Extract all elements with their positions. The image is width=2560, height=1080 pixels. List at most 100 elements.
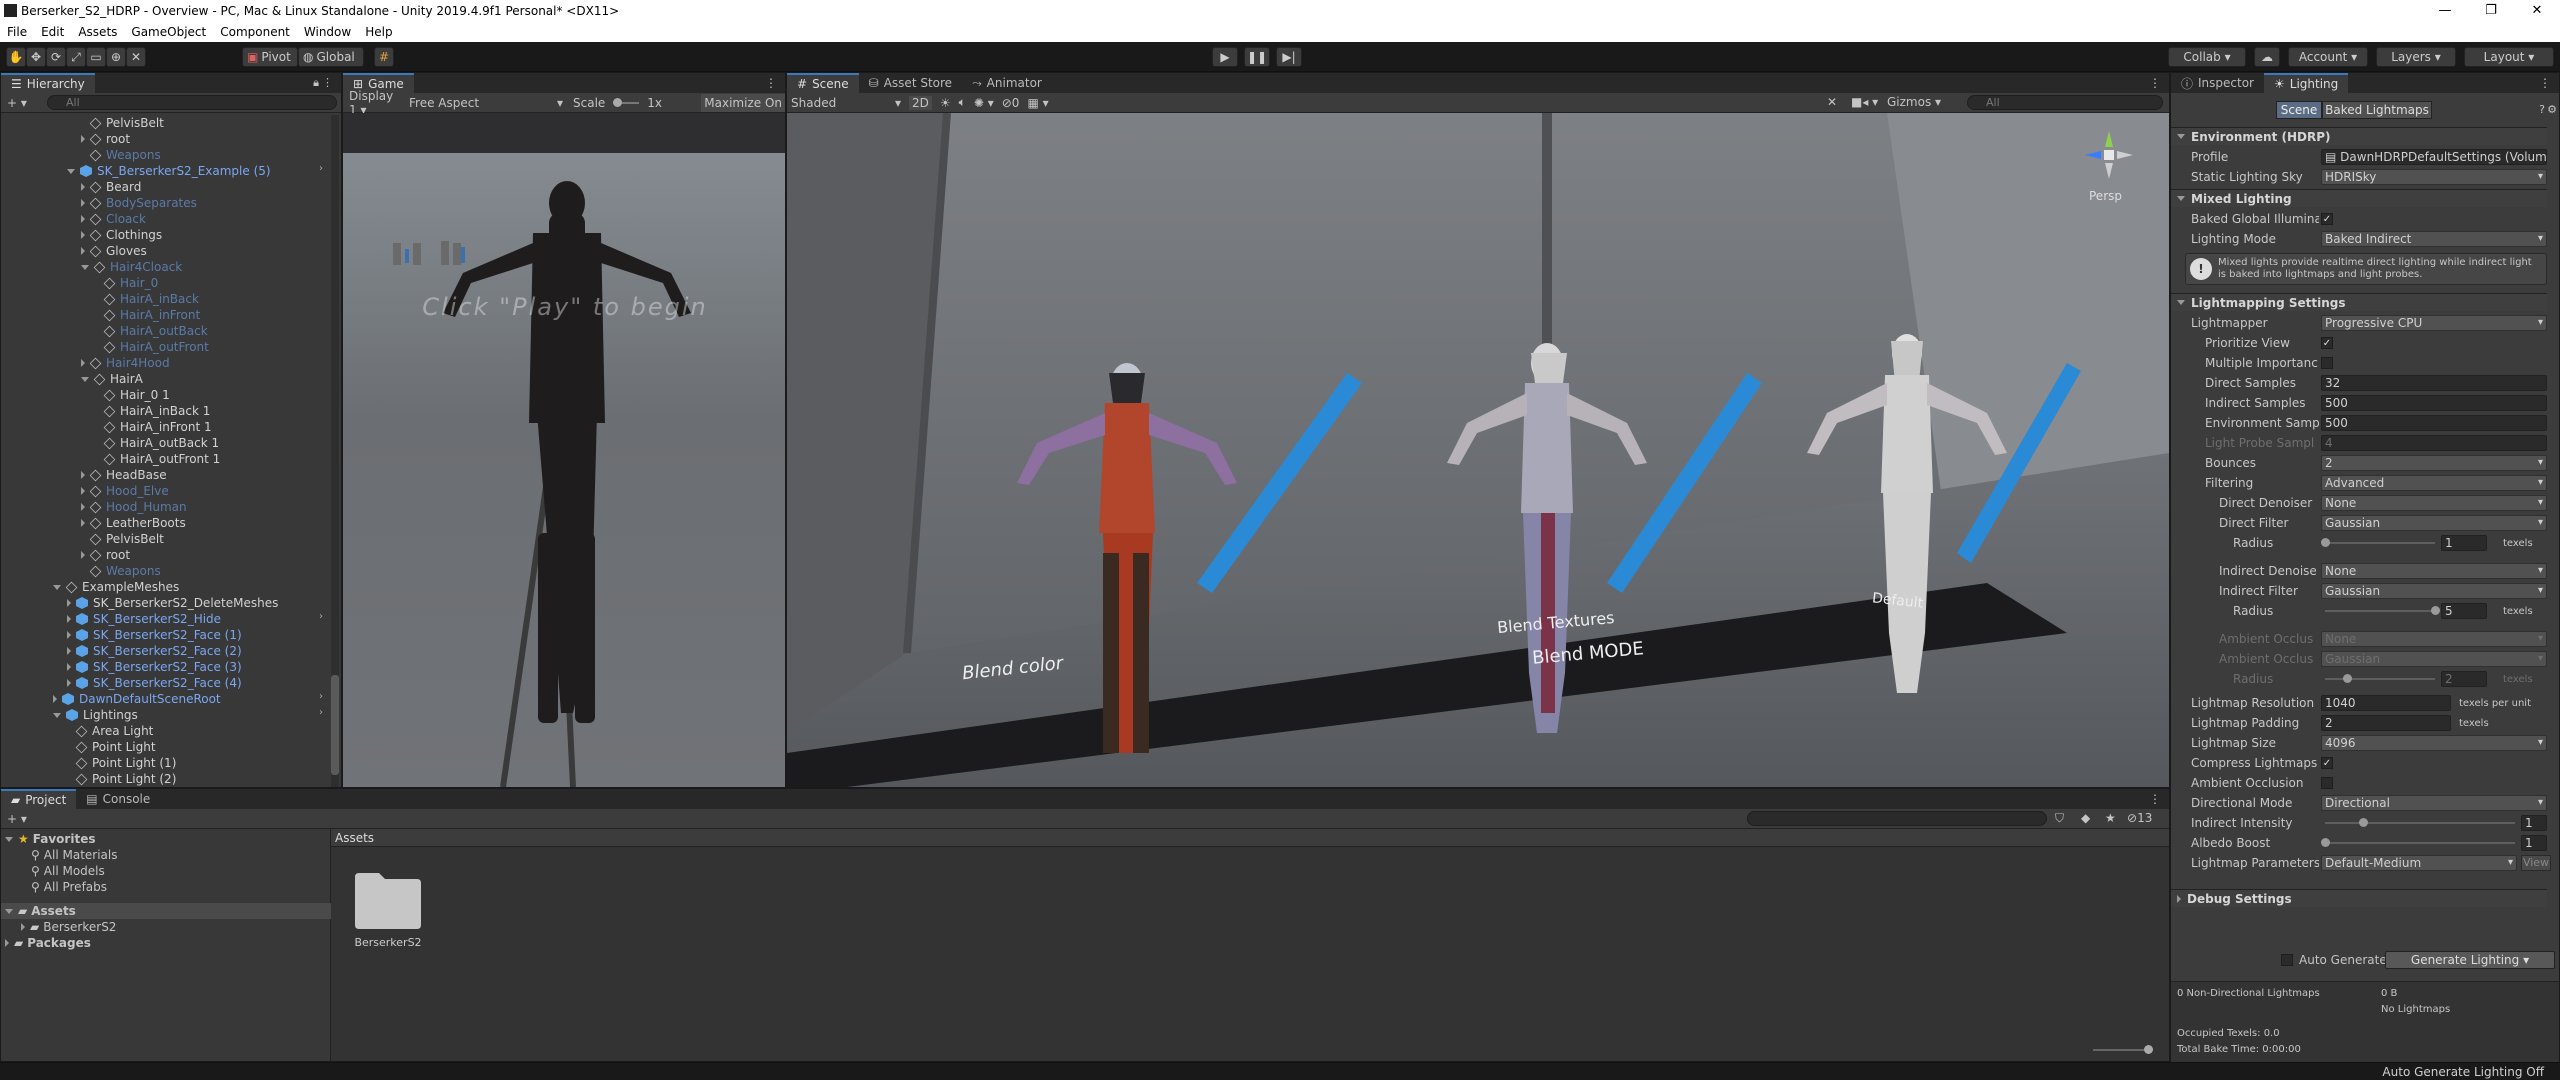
expand-arrow-icon[interactable] xyxy=(53,584,61,590)
ao-checkbox[interactable] xyxy=(2321,777,2333,789)
gizmos-dropdown[interactable]: Gizmos ▾ xyxy=(1887,95,1941,109)
hand-tool-icon[interactable]: ✋ xyxy=(6,47,26,67)
hierarchy-item[interactable]: DawnDefaultSceneRoot xyxy=(53,691,221,707)
tab-asset-store[interactable]: ⛁ Asset Store xyxy=(859,73,962,93)
toggle-2d-button[interactable]: 2D xyxy=(909,95,932,110)
settings-gear-icon[interactable]: ⚙ xyxy=(2547,103,2557,116)
hierarchy-item[interactable]: SK_BerserkerS2_Face (4) xyxy=(67,675,242,691)
tools-icon[interactable]: ✕ xyxy=(1827,95,1837,109)
scale-tool-icon[interactable]: ⤢ xyxy=(66,47,86,67)
expand-arrow-icon[interactable] xyxy=(67,647,71,655)
prioritize-checkbox[interactable]: ✓ xyxy=(2321,337,2333,349)
panel-menu-icon[interactable]: ⋮ xyxy=(2149,792,2161,806)
filtering-dropdown[interactable]: Advanced xyxy=(2321,475,2547,491)
indirect-field[interactable]: 500 xyxy=(2321,395,2547,411)
transform-tool-icon[interactable]: ⊕ xyxy=(106,47,126,67)
hierarchy-item[interactable]: Hood_Elve xyxy=(81,483,169,499)
ifil-dropdown[interactable]: Gaussian xyxy=(2321,583,2547,599)
account-dropdown[interactable]: Account ▾ xyxy=(2288,47,2368,67)
expand-arrow-icon[interactable] xyxy=(81,231,85,239)
bounces-dropdown[interactable]: 2 xyxy=(2321,455,2547,471)
tab-project[interactable]: ▰ Project xyxy=(1,789,77,809)
baked-gi-checkbox[interactable]: ✓ xyxy=(2321,213,2333,225)
expand-arrow-icon[interactable] xyxy=(81,503,85,511)
lightmapper-dropdown[interactable]: Progressive CPU xyxy=(2321,315,2547,331)
expand-arrow-icon[interactable] xyxy=(81,359,85,367)
create-plus-icon[interactable]: + ▾ xyxy=(7,812,27,826)
panel-menu-icon[interactable]: ⋮ xyxy=(322,76,333,89)
hierarchy-item[interactable]: Hair_0 xyxy=(95,275,158,291)
dirmode-dropdown[interactable]: Directional xyxy=(2321,795,2547,811)
prefab-open-arrow-icon[interactable]: › xyxy=(319,163,323,174)
packages-folder-row[interactable]: ▰ Packages xyxy=(5,935,91,951)
hierarchy-item[interactable]: HairA_inBack 1 xyxy=(95,403,210,419)
global-toggle[interactable]: ◍ Global xyxy=(298,47,364,67)
section-environment[interactable]: Environment (HDRP) xyxy=(2171,127,2547,145)
hierarchy-item[interactable]: HairA_outBack 1 xyxy=(95,435,219,451)
menu-gameobject[interactable]: GameObject xyxy=(124,25,213,39)
irad-slider[interactable] xyxy=(2325,610,2435,612)
expand-arrow-icon[interactable] xyxy=(67,615,71,623)
albedo-slider[interactable] xyxy=(2325,842,2515,844)
layout-dropdown[interactable]: Layout ▾ xyxy=(2464,47,2554,67)
hierarchy-item[interactable]: HeadBase xyxy=(81,467,167,483)
drad-slider[interactable] xyxy=(2325,542,2435,544)
scene-fx-icon[interactable]: ✺ ▾ xyxy=(974,96,994,110)
lightmap-parameters-dropdown[interactable]: Default-Medium xyxy=(2321,855,2517,871)
hierarchy-item[interactable]: Hood_Human xyxy=(81,499,187,515)
tab-scene[interactable]: # Scene xyxy=(787,73,859,93)
expand-arrow-icon[interactable] xyxy=(67,631,71,639)
camera-icon[interactable]: ■◂ ▾ xyxy=(1851,95,1878,109)
rect-tool-icon[interactable]: ▭ xyxy=(86,47,106,67)
hierarchy-item[interactable]: PelvisBelt xyxy=(81,115,164,131)
expand-arrow-icon[interactable] xyxy=(67,679,71,687)
move-tool-icon[interactable]: ✥ xyxy=(26,47,46,67)
pivot-toggle[interactable]: ▣ Pivot xyxy=(242,47,298,67)
maximize-icon[interactable]: ❐ xyxy=(2468,0,2514,21)
menu-assets[interactable]: Assets xyxy=(71,25,124,39)
intensity-slider-handle[interactable] xyxy=(2359,818,2368,827)
hierarchy-item[interactable]: Point Light (1) xyxy=(67,755,176,771)
maximize-on-play-toggle[interactable]: Maximize On xyxy=(701,94,785,112)
pause-button[interactable]: ❚❚ xyxy=(1244,47,1270,67)
res-field[interactable]: 1040 xyxy=(2321,695,2451,711)
hierarchy-item[interactable]: Point Light (2) xyxy=(67,771,176,787)
tab-hierarchy[interactable]: ☰ Hierarchy xyxy=(1,73,95,93)
hierarchy-item[interactable]: Hair4Cloack xyxy=(81,259,182,275)
expand-arrow-icon[interactable] xyxy=(81,247,85,255)
iden-dropdown[interactable]: None xyxy=(2321,563,2547,579)
close-icon[interactable]: ✕ xyxy=(2514,0,2560,21)
tab-console[interactable]: ▤ Console xyxy=(76,789,160,809)
dfil-dropdown[interactable]: Gaussian xyxy=(2321,515,2547,531)
grid-snap-icon[interactable]: # xyxy=(374,47,394,67)
hierarchy-item[interactable]: HairA_inFront 1 xyxy=(95,419,212,435)
hierarchy-item[interactable]: BodySeparates xyxy=(81,195,197,211)
expand-arrow-icon[interactable] xyxy=(81,551,85,559)
expand-arrow-icon[interactable] xyxy=(81,264,89,270)
profile-field[interactable]: ▤ DawnHDRPDefaultSettings (VolumeP xyxy=(2321,149,2547,165)
hierarchy-item[interactable]: SK_BerserkerS2_DeleteMeshes xyxy=(67,595,278,611)
pad-field[interactable]: 2 xyxy=(2321,715,2451,731)
tab-inspector[interactable]: ⓘ Inspector xyxy=(2171,73,2264,93)
hierarchy-item[interactable]: Beard xyxy=(81,179,141,195)
hierarchy-item[interactable]: HairA_outFront 1 xyxy=(95,451,220,467)
hierarchy-item[interactable]: HairA xyxy=(81,371,143,387)
intensity-slider[interactable] xyxy=(2325,822,2515,824)
menu-component[interactable]: Component xyxy=(213,25,297,39)
hierarchy-item[interactable]: root xyxy=(81,131,130,147)
icon-size-slider[interactable] xyxy=(2093,1045,2153,1054)
hierarchy-item[interactable]: SK_BerserkerS2_Face (1) xyxy=(67,627,242,643)
hierarchy-scroll-thumb[interactable] xyxy=(331,675,339,775)
scene-orientation-gizmo[interactable]: Persp xyxy=(2079,125,2139,205)
menu-window[interactable]: Window xyxy=(297,25,358,39)
filter-type-icon[interactable]: ⛉ xyxy=(2055,811,2064,826)
hidden-objects-icon[interactable]: ⊘0 xyxy=(1002,96,1020,110)
project-search-input[interactable] xyxy=(1747,811,2047,826)
scene-lighting-icon[interactable]: ☀ xyxy=(940,96,951,110)
prefab-open-arrow-icon[interactable]: › xyxy=(319,691,323,702)
generate-lighting-button[interactable]: Generate Lighting ▾ xyxy=(2385,951,2555,969)
section-debug[interactable]: Debug Settings xyxy=(2171,889,2547,907)
aspect-dropdown[interactable]: Free Aspect ▾ xyxy=(409,96,563,110)
section-mixed-lighting[interactable]: Mixed Lighting xyxy=(2171,189,2547,207)
prefab-open-arrow-icon[interactable]: › xyxy=(319,611,323,622)
